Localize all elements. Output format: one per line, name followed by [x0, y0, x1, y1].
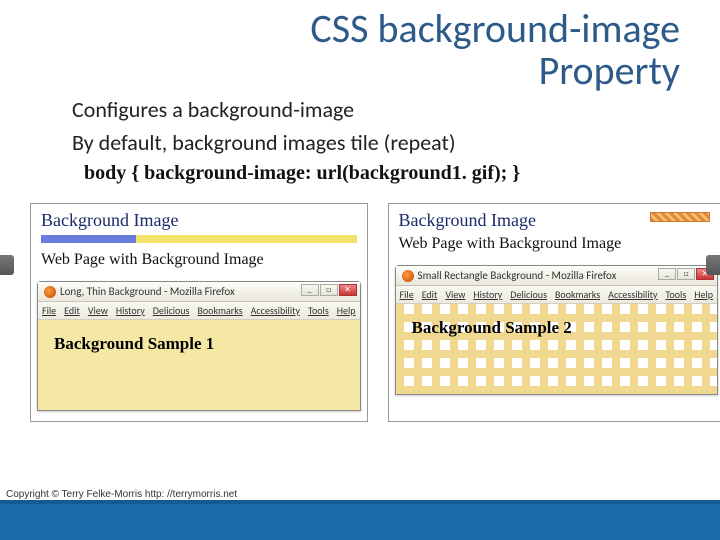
sample-heading: Background Sample 2 — [412, 318, 706, 338]
browser-content: Background Sample 1 — [38, 320, 360, 410]
examples-row: Background Image Web Page with Backgroun… — [0, 193, 720, 422]
example-left: Background Image Web Page with Backgroun… — [30, 203, 368, 422]
example-subheading: Web Page with Background Image — [389, 233, 720, 261]
maximize-button[interactable]: □ — [320, 284, 338, 296]
menu-accessibility[interactable]: Accessibility — [251, 304, 300, 317]
example-swatch-long-thin — [41, 235, 357, 243]
browser-menubar: File Edit View History Delicious Bookmar… — [38, 302, 360, 320]
menu-tools[interactable]: Tools — [666, 288, 687, 301]
menu-edit[interactable]: Edit — [64, 304, 80, 317]
browser-content: Background Sample 2 — [396, 304, 718, 394]
browser-title: Small Rectangle Background - Mozilla Fir… — [418, 269, 617, 282]
bullet-list: Configures a background-image By default… — [0, 96, 720, 156]
sample-heading: Background Sample 1 — [54, 334, 348, 354]
browser-menubar: File Edit View History Delicious Bookmar… — [396, 286, 718, 304]
browser-window: Long, Thin Background - Mozilla Firefox … — [37, 281, 361, 411]
menu-help[interactable]: Help — [337, 304, 356, 317]
slide-title: CSS background-image Property — [0, 0, 720, 92]
example-swatch-small-rect — [650, 212, 710, 222]
firefox-icon — [402, 270, 414, 282]
menu-tools[interactable]: Tools — [308, 304, 329, 317]
code-example: body { background-image: url(background1… — [0, 162, 720, 185]
minimize-button[interactable]: _ — [658, 268, 676, 280]
menu-file[interactable]: File — [400, 288, 414, 301]
browser-titlebar: Small Rectangle Background - Mozilla Fir… — [396, 266, 718, 286]
menu-delicious[interactable]: Delicious — [510, 288, 547, 301]
prev-slide-button[interactable] — [0, 255, 14, 275]
close-button[interactable]: ✕ — [339, 284, 357, 296]
menu-bookmarks[interactable]: Bookmarks — [555, 288, 600, 301]
menu-file[interactable]: File — [42, 304, 56, 317]
menu-view[interactable]: View — [88, 304, 108, 317]
menu-history[interactable]: History — [116, 304, 145, 317]
menu-view[interactable]: View — [445, 288, 465, 301]
bullet-1: Configures a background-image — [72, 96, 660, 123]
firefox-icon — [44, 286, 56, 298]
next-slide-button[interactable] — [706, 255, 720, 275]
menu-delicious[interactable]: Delicious — [153, 304, 190, 317]
menu-bookmarks[interactable]: Bookmarks — [197, 304, 242, 317]
bullet-2: By default, background images tile (repe… — [72, 129, 660, 156]
menu-help[interactable]: Help — [694, 288, 713, 301]
copyright-text: Copyright © Terry Felke-Morris http: //t… — [6, 489, 237, 500]
menu-history[interactable]: History — [473, 288, 502, 301]
footer-bar — [0, 504, 720, 540]
title-line2: Property — [539, 46, 680, 95]
browser-window: Small Rectangle Background - Mozilla Fir… — [395, 265, 719, 395]
browser-title: Long, Thin Background - Mozilla Firefox — [60, 285, 235, 298]
example-heading: Background Image — [31, 204, 367, 233]
minimize-button[interactable]: _ — [301, 284, 319, 296]
menu-accessibility[interactable]: Accessibility — [608, 288, 657, 301]
window-buttons: _ □ ✕ — [301, 284, 357, 296]
example-right: Background Image Web Page with Backgroun… — [388, 203, 720, 422]
example-subheading: Web Page with Background Image — [31, 249, 367, 277]
maximize-button[interactable]: □ — [677, 268, 695, 280]
example-heading: Background Image — [389, 204, 544, 233]
menu-edit[interactable]: Edit — [422, 288, 438, 301]
browser-titlebar: Long, Thin Background - Mozilla Firefox … — [38, 282, 360, 302]
